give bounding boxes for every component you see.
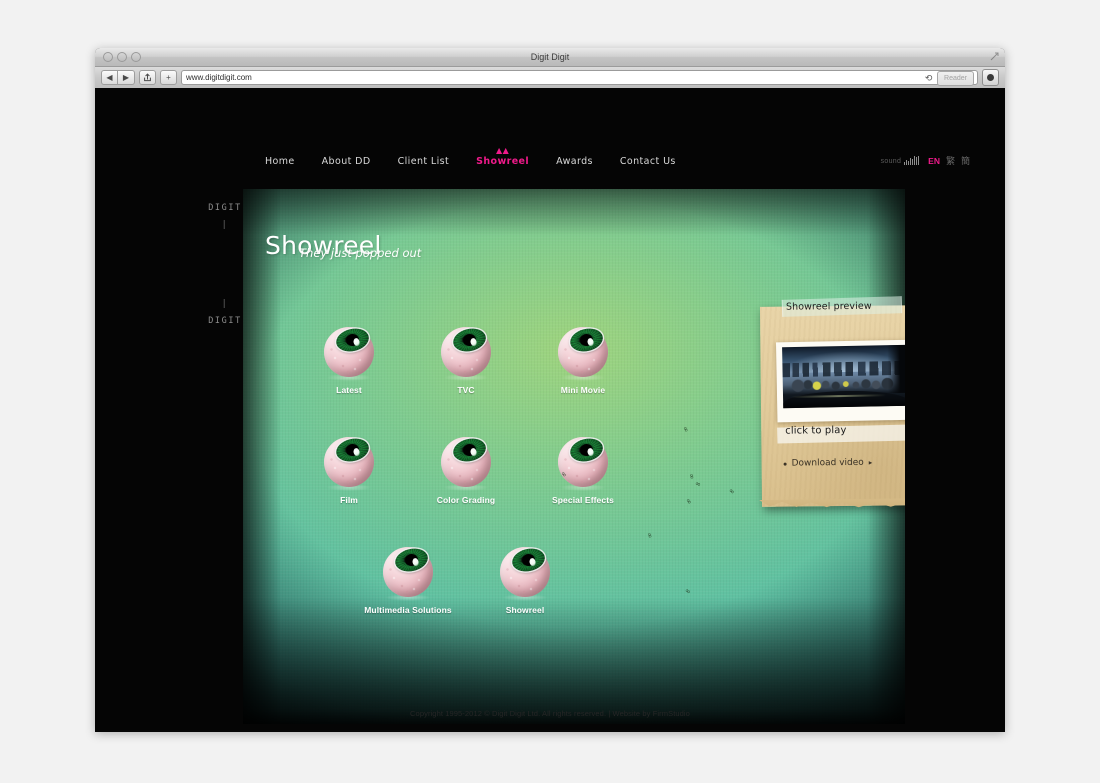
chevron-right-icon: ▸	[868, 458, 873, 467]
site-navigation: Home About DD Client List ▲▲ Showreel Aw…	[265, 147, 676, 168]
new-tab-button[interactable]: +	[160, 70, 177, 85]
category-item[interactable]: Color Grading	[418, 435, 514, 505]
iris	[509, 545, 548, 575]
close-window-button[interactable]	[103, 52, 113, 62]
sound-label: sound	[880, 158, 902, 165]
eyeball-icon	[558, 325, 608, 377]
iris	[392, 545, 431, 575]
category-item[interactable]: Showreel	[477, 545, 573, 615]
gear-icon	[987, 74, 994, 81]
reload-icon[interactable]: ⟳	[925, 73, 933, 84]
category-item[interactable]: Film	[301, 435, 397, 505]
category-item[interactable]: TVC	[418, 325, 514, 395]
share-icon[interactable]	[139, 70, 156, 85]
window-controls[interactable]	[103, 52, 141, 62]
sound-toggle[interactable]: sound	[881, 156, 920, 165]
iris	[333, 325, 372, 355]
category-label: Multimedia Solutions	[364, 605, 452, 615]
category-item[interactable]: Special Effects	[535, 435, 631, 505]
crown-icon: ▲▲	[496, 146, 510, 155]
video-thumbnail-button[interactable]	[775, 339, 905, 423]
eyeball-icon	[558, 435, 608, 487]
video-thumbnail-image	[782, 344, 905, 409]
eyeball-icon	[383, 545, 433, 597]
iris	[567, 325, 606, 355]
nav-buttons-group[interactable]: ◀ ▶	[101, 70, 135, 85]
showreel-stage: Showreel They just popped out Latest TVC M…	[243, 189, 905, 724]
nav-item-client-list[interactable]: Client List	[398, 156, 450, 167]
reader-button[interactable]: Reader	[937, 71, 974, 86]
category-label: Film	[340, 495, 358, 505]
zoom-window-button[interactable]	[131, 52, 141, 62]
showreel-preview-card: Showreel preview click to play Download …	[760, 296, 905, 507]
nav-item-contact-us[interactable]: Contact Us	[620, 156, 676, 167]
lang-traditional-chinese[interactable]: 繁	[946, 154, 955, 167]
browser-window: Digit Digit ◀ ▶ + www.digitdigit.com ⟳ R…	[95, 48, 1005, 732]
lang-en[interactable]: EN	[928, 156, 940, 166]
eyeball-icon	[441, 325, 491, 377]
browser-toolbar: ◀ ▶ + www.digitdigit.com ⟳ Reader	[95, 67, 1005, 89]
preview-card-title: Showreel preview	[785, 300, 872, 313]
address-bar-url: www.digitdigit.com	[186, 73, 252, 82]
nav-item-showreel-label: Showreel	[476, 156, 530, 167]
settings-button[interactable]	[982, 69, 999, 86]
lang-simplified-chinese[interactable]: 簡	[961, 154, 970, 167]
category-label: Showreel	[505, 605, 545, 615]
forward-button[interactable]: ▶	[118, 70, 135, 85]
category-item[interactable]: Multimedia Solutions	[360, 545, 456, 615]
category-item[interactable]: Latest	[301, 325, 397, 395]
iris	[450, 325, 489, 355]
category-label: Mini Movie	[560, 385, 606, 395]
eyeball-icon	[441, 435, 491, 487]
category-label: Special Effects	[552, 495, 614, 505]
web-page: Home About DD Client List ▲▲ Showreel Aw…	[95, 88, 1005, 732]
fullscreen-icon[interactable]	[990, 52, 999, 61]
eyeball-icon	[500, 545, 550, 597]
window-title: Digit Digit	[530, 52, 570, 62]
page-subtitle: They just popped out	[299, 246, 422, 260]
nav-item-awards[interactable]: Awards	[556, 156, 593, 167]
volume-bars-icon	[904, 156, 920, 165]
nav-item-showreel[interactable]: ▲▲ Showreel	[476, 147, 530, 168]
browser-titlebar: Digit Digit	[95, 48, 1005, 67]
category-label: Color Grading	[436, 495, 496, 505]
iris	[567, 435, 606, 465]
category-item[interactable]: Mini Movie	[535, 325, 631, 395]
iris	[333, 435, 372, 465]
back-button[interactable]: ◀	[101, 70, 118, 85]
download-video-label: Download video	[791, 457, 864, 469]
iris	[450, 435, 489, 465]
minimize-window-button[interactable]	[117, 52, 127, 62]
download-video-link[interactable]: Download video ▸	[783, 457, 873, 469]
nav-item-about-dd[interactable]: About DD	[322, 156, 371, 167]
eyeball-icon	[324, 325, 374, 377]
click-to-play-label[interactable]: click to play	[785, 425, 846, 437]
category-label: TVC	[457, 385, 475, 395]
bullet-icon	[783, 462, 787, 466]
language-switcher: EN 繁 簡	[928, 154, 970, 168]
eyeball-icon	[324, 435, 374, 487]
address-bar[interactable]: www.digitdigit.com ⟳ Reader	[181, 70, 978, 86]
nav-item-home[interactable]: Home	[265, 156, 295, 167]
category-label: Latest	[336, 385, 362, 395]
utility-controls: sound EN 繁 簡	[881, 154, 970, 168]
